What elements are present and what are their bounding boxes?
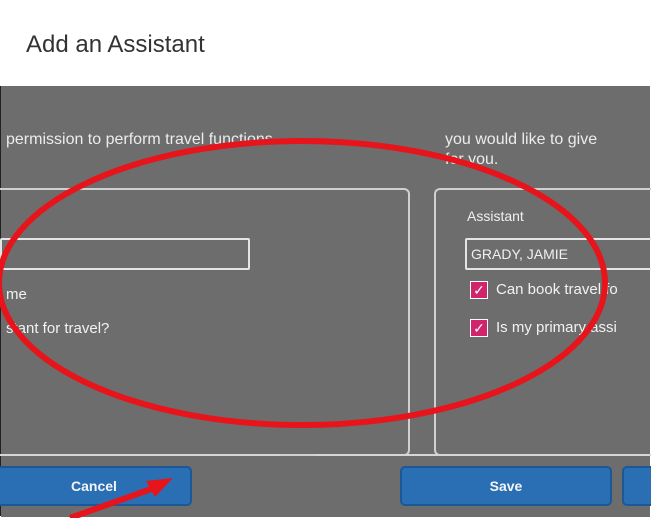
- assistant-input[interactable]: GRADY, JAMIE: [465, 238, 651, 270]
- intro-line-2-right: you would like to give: [445, 131, 598, 148]
- left-bottom-divider: [0, 454, 280, 456]
- left-checkbox-2-label: stant for travel?: [6, 320, 110, 337]
- cancel-button[interactable]: Cancel: [0, 466, 192, 506]
- dialog-header: Add an Assistant: [0, 0, 651, 86]
- delegate-name-input[interactable]: [0, 238, 250, 270]
- extra-button[interactable]: [622, 466, 651, 506]
- intro-line-2-left: permission to perform travel functions.: [6, 131, 278, 148]
- dialog-title: Add an Assistant: [26, 31, 205, 58]
- right-bottom-divider: [315, 454, 651, 456]
- intro-line-3-right: for you.: [445, 151, 499, 168]
- primary-assistant-checkbox[interactable]: ✓: [470, 319, 488, 337]
- can-book-checkbox[interactable]: ✓: [470, 281, 488, 299]
- left-checkbox-1-label: me: [6, 286, 27, 303]
- save-button[interactable]: Save: [400, 466, 612, 506]
- can-book-label: Can book travel fo: [496, 281, 618, 298]
- assistant-label: Assistant: [467, 208, 524, 224]
- primary-assistant-label: Is my primary assi: [496, 319, 617, 336]
